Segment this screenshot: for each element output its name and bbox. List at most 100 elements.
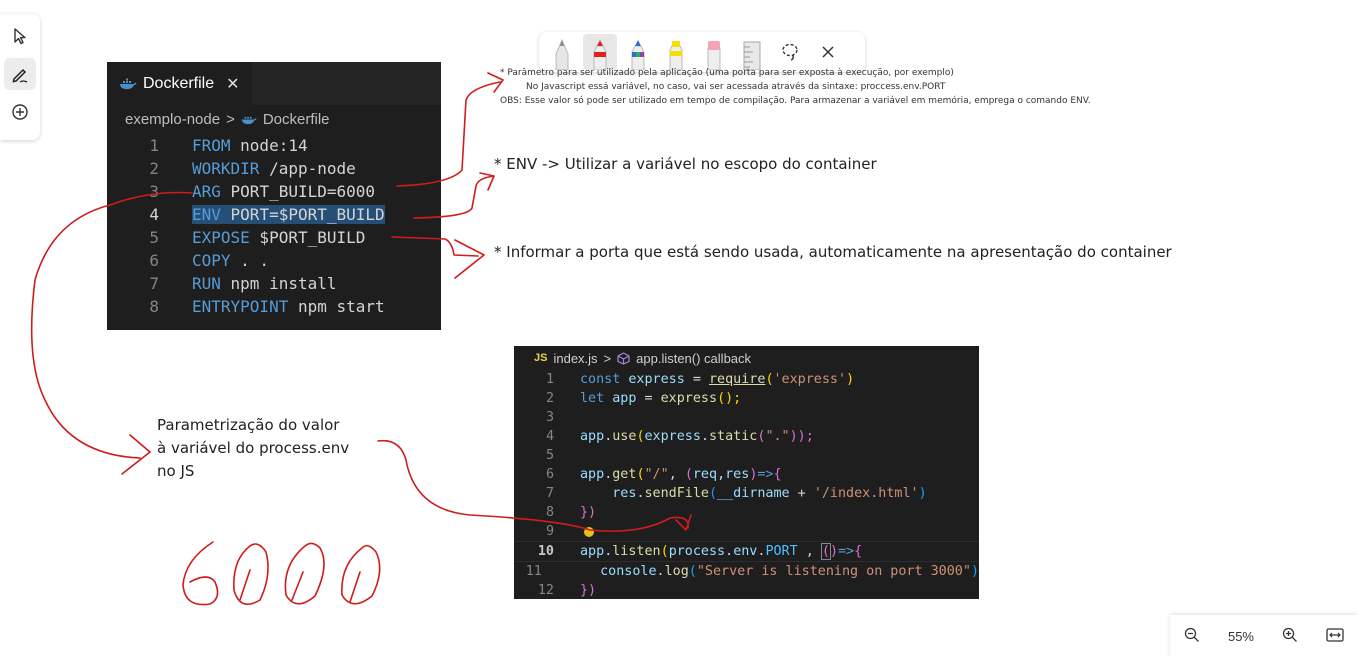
operator: . [604, 429, 613, 444]
line-number: 8 [545, 505, 554, 520]
draw-tool-button[interactable] [4, 58, 36, 90]
select-tool-button[interactable] [4, 20, 36, 52]
line-number: 4 [149, 205, 159, 224]
operator: , [797, 544, 822, 559]
operator: = [636, 391, 661, 406]
identifier: env [733, 544, 758, 559]
keyword: EXPOSE [192, 228, 250, 247]
bracket: ( [684, 467, 693, 482]
param-note-line1: Parametrização do valor [157, 416, 340, 434]
code-line[interactable]: 3 [514, 408, 979, 427]
selection: ENV PORT=$PORT_BUILD [192, 205, 385, 224]
param-note-line3: no JS [157, 462, 195, 480]
code-line[interactable]: 7 RUN npm install [107, 272, 441, 295]
expose-note: * Informar a porta que está sendo usada,… [494, 243, 1172, 261]
code-line[interactable]: 3 ARG PORT_BUILD=6000 [107, 180, 441, 203]
code-line[interactable]: 7 res. sendFile(__dirname + '/index.html'… [514, 484, 979, 503]
code-line[interactable]: 2 let app = express (); [514, 389, 979, 408]
keyword: let [580, 391, 605, 406]
ruler-tool[interactable] [735, 34, 769, 70]
operator: . [604, 467, 613, 482]
zoom-level: 55% [1227, 628, 1254, 644]
docker-whale-icon [241, 116, 257, 124]
operator: . [604, 544, 613, 559]
code-line[interactable]: 11 console. log("Server is listening on p… [514, 562, 979, 581]
line-number: 4 [545, 429, 554, 444]
js-file-icon: JS [534, 352, 548, 364]
line-number: 5 [149, 228, 159, 247]
line-number: 2 [545, 391, 554, 406]
identifier: app [580, 544, 605, 559]
arg-note-line3: OBS: Esse valor só pode ser utilizado em… [500, 96, 1091, 106]
code-line[interactable]: 6 app. get("/", (req, res) =>{ [514, 465, 979, 484]
code-line[interactable]: 8 ENTRYPOINT npm start [107, 295, 441, 318]
code-line-current[interactable]: 4 ENV PORT=$PORT_BUILD [107, 203, 441, 226]
bracket: ( [757, 429, 766, 444]
line-number: 6 [545, 467, 554, 482]
breadcrumb-folder[interactable]: exemplo-node [125, 111, 220, 128]
red-pen[interactable] [583, 34, 617, 70]
digit-0-b [284, 542, 325, 605]
identifier: console [567, 564, 657, 579]
operator: = [684, 372, 709, 387]
code-line[interactable]: 1 FROM node:14 [107, 134, 441, 157]
indexjs-editor: JS index.js > app.listen() callback 1 con… [514, 346, 979, 599]
code-line[interactable]: 1 const express = require('express') [514, 370, 979, 389]
code-line[interactable]: 6 COPY . . [107, 249, 441, 272]
breadcrumb-symbol[interactable]: app.listen() callback [636, 351, 751, 366]
identifier: app [604, 391, 637, 406]
zoom-in-button[interactable] [1282, 627, 1298, 646]
identifier: process [668, 544, 726, 559]
tab-close-button[interactable]: ✕ [226, 74, 239, 94]
operator: . [700, 429, 709, 444]
fit-width-icon [1326, 627, 1344, 642]
keyword: ENV [192, 205, 221, 224]
tab-dockerfile[interactable]: Dockerfile ✕ [107, 62, 252, 105]
line-number: 2 [149, 159, 159, 178]
identifier: express [644, 429, 701, 444]
code-line[interactable]: 4 app. use(express. static(".")); [514, 427, 979, 446]
lasso-select-button[interactable] [773, 34, 807, 70]
string: "Server is listening on port 3000" [696, 564, 971, 579]
zoom-out-icon [1184, 627, 1199, 642]
yellow-highlighter[interactable] [659, 34, 693, 70]
multicolor-pen[interactable] [621, 34, 655, 70]
bracket: )); [789, 429, 814, 444]
line-number: 1 [545, 372, 554, 387]
bracket: ) [970, 564, 979, 579]
identifier: res [725, 467, 750, 482]
code-line[interactable]: 9 [514, 522, 979, 541]
line-number: 12 [537, 583, 554, 598]
code-lines: 1 const express = require('express') 2 let… [514, 370, 979, 600]
close-tray-button[interactable] [811, 34, 845, 70]
code-text: node:14 [230, 136, 308, 155]
code-line[interactable]: 5 [514, 446, 979, 465]
function-name: require [709, 372, 766, 387]
zoom-out-button[interactable] [1184, 627, 1200, 646]
identifier: req [692, 467, 718, 482]
code-line[interactable]: 5 EXPOSE $PORT_BUILD [107, 226, 441, 249]
code-line-current[interactable]: 10 app. listen(process. env. PORT , () =>{ [514, 541, 979, 562]
breadcrumb-file[interactable]: index.js [553, 351, 597, 366]
code-line[interactable]: 8}) [514, 503, 979, 522]
line-number: 5 [545, 448, 554, 463]
line-number: 6 [149, 251, 159, 270]
eraser-tool[interactable] [697, 34, 731, 70]
fit-width-button[interactable] [1326, 627, 1344, 645]
bracket: ( [636, 467, 645, 482]
operator: , [717, 467, 726, 482]
pencil-pen[interactable] [545, 34, 579, 70]
lightbulb-icon[interactable] [584, 526, 594, 537]
add-tool-button[interactable] [4, 96, 36, 128]
pen-draw-icon [12, 68, 28, 83]
code-line[interactable]: 12}) [514, 581, 979, 600]
breadcrumb-separator: > [603, 350, 612, 366]
code-line[interactable]: 2 WORKDIR /app-node [107, 157, 441, 180]
function-name: express [660, 391, 718, 406]
function-name: get [612, 467, 637, 482]
tab-label: Dockerfile [143, 74, 215, 92]
param-note: Parametrização do valor à variável do pr… [157, 414, 349, 483]
method-cube-icon [617, 351, 630, 365]
breadcrumb-file[interactable]: Dockerfile [263, 111, 330, 128]
code-text: npm install [220, 274, 337, 293]
